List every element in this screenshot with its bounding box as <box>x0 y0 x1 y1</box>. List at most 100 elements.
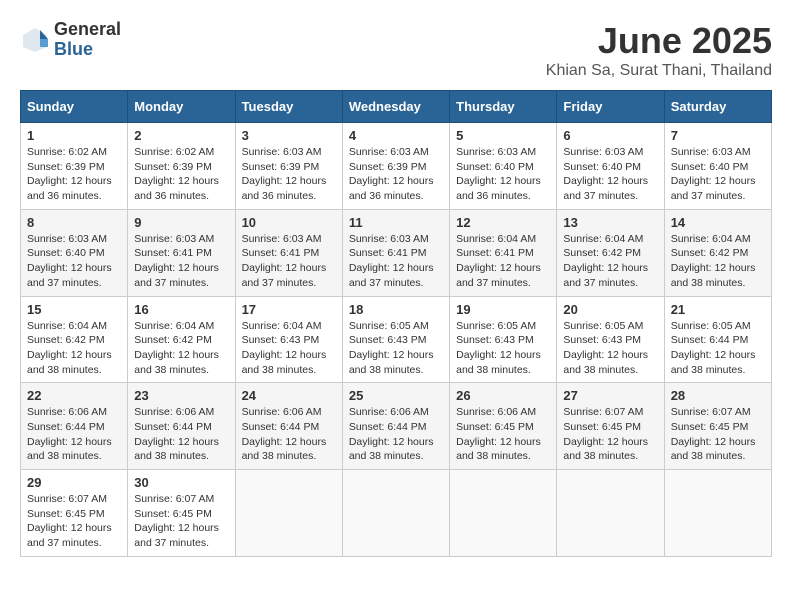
day-info: Sunrise: 6:03 AMSunset: 6:41 PMDaylight:… <box>134 232 228 291</box>
day-number: 20 <box>563 302 657 317</box>
calendar-week-row: 8 Sunrise: 6:03 AMSunset: 6:40 PMDayligh… <box>21 209 772 296</box>
calendar-cell: 13 Sunrise: 6:04 AMSunset: 6:42 PMDaylig… <box>557 209 664 296</box>
calendar-cell: 3 Sunrise: 6:03 AMSunset: 6:39 PMDayligh… <box>235 123 342 210</box>
calendar-cell: 26 Sunrise: 6:06 AMSunset: 6:45 PMDaylig… <box>450 383 557 470</box>
day-info: Sunrise: 6:07 AMSunset: 6:45 PMDaylight:… <box>134 492 228 551</box>
weekday-header: Sunday <box>21 91 128 123</box>
calendar-cell: 29 Sunrise: 6:07 AMSunset: 6:45 PMDaylig… <box>21 470 128 557</box>
calendar-cell: 17 Sunrise: 6:04 AMSunset: 6:43 PMDaylig… <box>235 296 342 383</box>
day-number: 14 <box>671 215 765 230</box>
calendar-cell: 1 Sunrise: 6:02 AMSunset: 6:39 PMDayligh… <box>21 123 128 210</box>
weekday-header: Saturday <box>664 91 771 123</box>
day-number: 23 <box>134 388 228 403</box>
day-number: 11 <box>349 215 443 230</box>
calendar-cell <box>557 470 664 557</box>
day-number: 21 <box>671 302 765 317</box>
calendar-cell: 2 Sunrise: 6:02 AMSunset: 6:39 PMDayligh… <box>128 123 235 210</box>
calendar-cell: 14 Sunrise: 6:04 AMSunset: 6:42 PMDaylig… <box>664 209 771 296</box>
calendar-cell: 7 Sunrise: 6:03 AMSunset: 6:40 PMDayligh… <box>664 123 771 210</box>
day-number: 28 <box>671 388 765 403</box>
day-info: Sunrise: 6:06 AMSunset: 6:44 PMDaylight:… <box>242 405 336 464</box>
day-info: Sunrise: 6:06 AMSunset: 6:44 PMDaylight:… <box>134 405 228 464</box>
calendar-cell: 23 Sunrise: 6:06 AMSunset: 6:44 PMDaylig… <box>128 383 235 470</box>
day-info: Sunrise: 6:03 AMSunset: 6:40 PMDaylight:… <box>671 145 765 204</box>
day-number: 1 <box>27 128 121 143</box>
day-number: 18 <box>349 302 443 317</box>
logo-blue-text: Blue <box>54 40 121 60</box>
calendar-body: 1 Sunrise: 6:02 AMSunset: 6:39 PMDayligh… <box>21 123 772 557</box>
day-info: Sunrise: 6:02 AMSunset: 6:39 PMDaylight:… <box>27 145 121 204</box>
day-number: 30 <box>134 475 228 490</box>
calendar-cell: 18 Sunrise: 6:05 AMSunset: 6:43 PMDaylig… <box>342 296 449 383</box>
day-info: Sunrise: 6:07 AMSunset: 6:45 PMDaylight:… <box>27 492 121 551</box>
day-number: 8 <box>27 215 121 230</box>
month-title: June 2025 <box>546 20 772 62</box>
day-info: Sunrise: 6:04 AMSunset: 6:41 PMDaylight:… <box>456 232 550 291</box>
calendar-cell: 24 Sunrise: 6:06 AMSunset: 6:44 PMDaylig… <box>235 383 342 470</box>
day-info: Sunrise: 6:03 AMSunset: 6:41 PMDaylight:… <box>349 232 443 291</box>
day-number: 16 <box>134 302 228 317</box>
calendar-week-row: 1 Sunrise: 6:02 AMSunset: 6:39 PMDayligh… <box>21 123 772 210</box>
calendar-week-row: 15 Sunrise: 6:04 AMSunset: 6:42 PMDaylig… <box>21 296 772 383</box>
location-title: Khian Sa, Surat Thani, Thailand <box>546 62 772 80</box>
day-info: Sunrise: 6:06 AMSunset: 6:45 PMDaylight:… <box>456 405 550 464</box>
calendar-cell <box>235 470 342 557</box>
logo-general-text: General <box>54 20 121 40</box>
calendar-cell <box>664 470 771 557</box>
calendar-header: SundayMondayTuesdayWednesdayThursdayFrid… <box>21 91 772 123</box>
logo: General Blue <box>20 20 121 60</box>
day-number: 3 <box>242 128 336 143</box>
calendar-cell: 6 Sunrise: 6:03 AMSunset: 6:40 PMDayligh… <box>557 123 664 210</box>
calendar-cell: 15 Sunrise: 6:04 AMSunset: 6:42 PMDaylig… <box>21 296 128 383</box>
day-number: 26 <box>456 388 550 403</box>
weekday-header: Monday <box>128 91 235 123</box>
calendar-cell: 5 Sunrise: 6:03 AMSunset: 6:40 PMDayligh… <box>450 123 557 210</box>
day-number: 19 <box>456 302 550 317</box>
calendar-cell <box>450 470 557 557</box>
day-info: Sunrise: 6:04 AMSunset: 6:42 PMDaylight:… <box>671 232 765 291</box>
day-info: Sunrise: 6:02 AMSunset: 6:39 PMDaylight:… <box>134 145 228 204</box>
calendar-cell: 10 Sunrise: 6:03 AMSunset: 6:41 PMDaylig… <box>235 209 342 296</box>
day-info: Sunrise: 6:04 AMSunset: 6:42 PMDaylight:… <box>134 319 228 378</box>
day-info: Sunrise: 6:03 AMSunset: 6:39 PMDaylight:… <box>242 145 336 204</box>
day-info: Sunrise: 6:03 AMSunset: 6:39 PMDaylight:… <box>349 145 443 204</box>
day-info: Sunrise: 6:03 AMSunset: 6:40 PMDaylight:… <box>456 145 550 204</box>
weekday-header: Wednesday <box>342 91 449 123</box>
day-number: 17 <box>242 302 336 317</box>
day-info: Sunrise: 6:05 AMSunset: 6:43 PMDaylight:… <box>349 319 443 378</box>
day-number: 15 <box>27 302 121 317</box>
day-number: 7 <box>671 128 765 143</box>
day-number: 5 <box>456 128 550 143</box>
day-info: Sunrise: 6:04 AMSunset: 6:42 PMDaylight:… <box>563 232 657 291</box>
calendar-cell: 11 Sunrise: 6:03 AMSunset: 6:41 PMDaylig… <box>342 209 449 296</box>
day-number: 4 <box>349 128 443 143</box>
day-info: Sunrise: 6:03 AMSunset: 6:41 PMDaylight:… <box>242 232 336 291</box>
day-number: 25 <box>349 388 443 403</box>
calendar-cell: 12 Sunrise: 6:04 AMSunset: 6:41 PMDaylig… <box>450 209 557 296</box>
day-info: Sunrise: 6:06 AMSunset: 6:44 PMDaylight:… <box>27 405 121 464</box>
day-number: 24 <box>242 388 336 403</box>
calendar-week-row: 29 Sunrise: 6:07 AMSunset: 6:45 PMDaylig… <box>21 470 772 557</box>
logo-icon <box>20 25 50 55</box>
day-info: Sunrise: 6:07 AMSunset: 6:45 PMDaylight:… <box>671 405 765 464</box>
day-number: 6 <box>563 128 657 143</box>
day-info: Sunrise: 6:05 AMSunset: 6:43 PMDaylight:… <box>563 319 657 378</box>
day-number: 12 <box>456 215 550 230</box>
day-info: Sunrise: 6:04 AMSunset: 6:42 PMDaylight:… <box>27 319 121 378</box>
calendar-cell: 22 Sunrise: 6:06 AMSunset: 6:44 PMDaylig… <box>21 383 128 470</box>
logo-text: General Blue <box>54 20 121 60</box>
weekday-row: SundayMondayTuesdayWednesdayThursdayFrid… <box>21 91 772 123</box>
day-number: 27 <box>563 388 657 403</box>
weekday-header: Thursday <box>450 91 557 123</box>
calendar-cell: 21 Sunrise: 6:05 AMSunset: 6:44 PMDaylig… <box>664 296 771 383</box>
calendar-cell: 20 Sunrise: 6:05 AMSunset: 6:43 PMDaylig… <box>557 296 664 383</box>
day-info: Sunrise: 6:05 AMSunset: 6:44 PMDaylight:… <box>671 319 765 378</box>
calendar-cell: 16 Sunrise: 6:04 AMSunset: 6:42 PMDaylig… <box>128 296 235 383</box>
page-header: General Blue June 2025 Khian Sa, Surat T… <box>20 20 772 80</box>
calendar-cell: 28 Sunrise: 6:07 AMSunset: 6:45 PMDaylig… <box>664 383 771 470</box>
calendar-cell: 9 Sunrise: 6:03 AMSunset: 6:41 PMDayligh… <box>128 209 235 296</box>
calendar-cell: 19 Sunrise: 6:05 AMSunset: 6:43 PMDaylig… <box>450 296 557 383</box>
calendar-cell: 27 Sunrise: 6:07 AMSunset: 6:45 PMDaylig… <box>557 383 664 470</box>
calendar-table: SundayMondayTuesdayWednesdayThursdayFrid… <box>20 90 772 557</box>
day-number: 29 <box>27 475 121 490</box>
